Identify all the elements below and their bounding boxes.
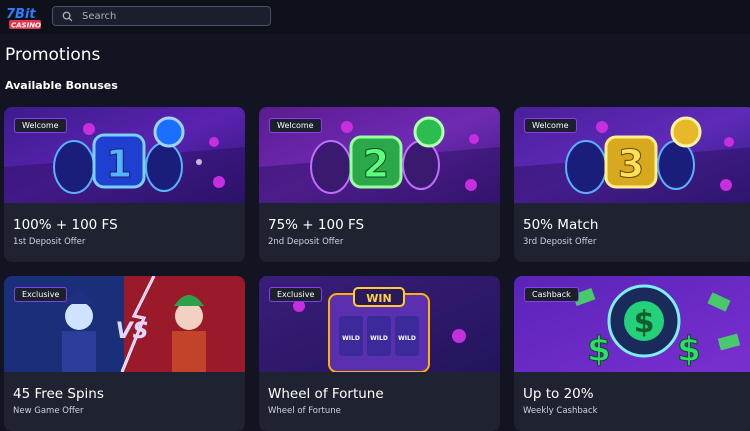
promo-subtitle: 1st Deposit Offer	[13, 237, 86, 247]
reel-digit: 2	[363, 142, 389, 186]
promo-card[interactable]: WIN WILD WILD WILD Exclusive Wheel of Fo…	[259, 276, 500, 431]
wild-symbol: WILD	[342, 335, 360, 342]
promo-subtitle: Wheel of Fortune	[268, 406, 341, 416]
reel-digit: 1	[106, 142, 132, 186]
promo-badge: Welcome	[524, 118, 577, 133]
promo-title: 45 Free Spins	[13, 386, 104, 402]
promo-title: 50% Match	[523, 217, 599, 233]
promo-card[interactable]: 2 Welcome 75% + 100 FS 2nd Deposit Offer	[259, 107, 500, 262]
wild-symbol: WILD	[370, 335, 388, 342]
vs-text: VS	[116, 319, 149, 344]
section-title: Available Bonuses	[5, 79, 118, 92]
promo-card[interactable]: $ $ $ Cashback Up to 20% Weekly Cashback	[514, 276, 750, 431]
wild-symbol: WILD	[398, 335, 416, 342]
promo-badge: Welcome	[269, 118, 322, 133]
svg-text:$: $	[587, 330, 611, 370]
reel-digit: 3	[618, 142, 644, 186]
search-input[interactable]	[80, 9, 264, 23]
promo-subtitle: Weekly Cashback	[523, 406, 598, 416]
promo-subtitle: New Game Offer	[13, 406, 84, 416]
promo-title: 75% + 100 FS	[268, 217, 365, 233]
svg-text:$: $	[677, 330, 701, 370]
promo-badge: Welcome	[14, 118, 67, 133]
logo-text-top: 7Bit	[6, 7, 36, 22]
search-bar[interactable]	[52, 6, 271, 26]
promo-card[interactable]: 1 Welcome 100% + 100 FS 1st Deposit Offe…	[4, 107, 245, 262]
promo-badge: Exclusive	[14, 287, 68, 302]
promo-subtitle: 2nd Deposit Offer	[268, 237, 344, 247]
search-icon	[59, 8, 75, 24]
win-text: WIN	[366, 292, 391, 305]
promo-badge: Cashback	[524, 287, 579, 302]
page-title: Promotions	[5, 45, 101, 65]
logo-icon[interactable]: 7Bit CASINO	[4, 4, 44, 32]
promo-title: 100% + 100 FS	[13, 217, 118, 233]
promo-title: Wheel of Fortune	[268, 386, 384, 402]
promo-title: Up to 20%	[523, 386, 594, 402]
top-bar: 7Bit CASINO	[0, 0, 750, 34]
promo-badge: Exclusive	[269, 287, 323, 302]
promo-card[interactable]: VS Exclusive 45 Free Spins New Game Offe…	[4, 276, 245, 431]
promo-card[interactable]: 3 Welcome 50% Match 3rd Deposit Offer	[514, 107, 750, 262]
logo-text-bottom: CASINO	[11, 22, 41, 30]
promo-subtitle: 3rd Deposit Offer	[523, 237, 597, 247]
svg-text:$: $	[634, 305, 655, 340]
